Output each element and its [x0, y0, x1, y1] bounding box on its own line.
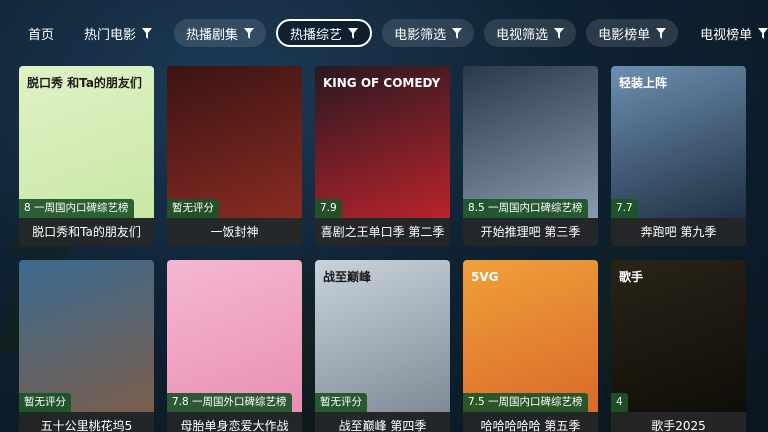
- nav-item-movie-ranking[interactable]: 电影榜单: [586, 19, 679, 47]
- nav-item-label: 热播剧集: [186, 27, 239, 43]
- show-title: 歌手2025: [611, 412, 746, 432]
- show-card[interactable]: 战至巅峰暂无评分 战至巅峰 第四季: [315, 260, 450, 432]
- nav-item-tv-ranking[interactable]: 电视榜单: [688, 19, 768, 47]
- show-card[interactable]: 暂无评分 五十公里桃花坞5: [19, 260, 154, 432]
- poster-image: [167, 260, 302, 412]
- nav-item-label: 电影筛选: [394, 27, 447, 43]
- show-card[interactable]: 暂无评分 一饭封神: [167, 66, 302, 246]
- nav-item-movie-filter[interactable]: 电影筛选: [382, 19, 475, 47]
- poster-image: 战至巅峰: [315, 260, 450, 412]
- nav-item-label: 电视筛选: [496, 27, 549, 43]
- nav-item-hot-variety[interactable]: 热播综艺: [276, 19, 373, 47]
- show-card[interactable]: 脱口秀 和Ta的朋友们 8 一周国内口碑综艺榜 脱口秀和Ta的朋友们: [19, 66, 154, 246]
- rating-badge: 7.5 一周国内口碑综艺榜: [463, 393, 588, 412]
- show-title: 脱口秀和Ta的朋友们: [19, 218, 154, 246]
- filter-icon: [452, 27, 463, 39]
- nav-item-tv-filter[interactable]: 电视筛选: [484, 19, 577, 47]
- nav-item-hot-movies[interactable]: 热门电影: [72, 19, 164, 47]
- poster-image: [19, 260, 154, 412]
- filter-icon: [656, 27, 667, 39]
- filter-icon: [142, 27, 153, 39]
- poster-text: KING OF COMEDY: [323, 76, 441, 90]
- show-title: 哈哈哈哈哈 第五季: [463, 412, 598, 432]
- show-card[interactable]: 8.5 一周国内口碑综艺榜 开始推理吧 第三季: [463, 66, 598, 246]
- poster-image: [463, 66, 598, 218]
- nav-item-hot-series[interactable]: 热播剧集: [174, 19, 267, 47]
- poster-text: 战至巅峰: [323, 270, 372, 284]
- show-title: 一饭封神: [167, 218, 302, 246]
- show-title: 五十公里桃花坞5: [19, 412, 154, 432]
- poster-text: 歌手: [619, 270, 644, 284]
- poster-image: 歌手: [611, 260, 746, 412]
- poster-text: 脱口秀 和Ta的朋友们: [27, 76, 142, 90]
- show-title: 战至巅峰 第四季: [315, 412, 450, 432]
- show-card[interactable]: KING OF COMEDY 7.9 喜剧之王单口季 第二季: [315, 66, 450, 246]
- rating-badge: 4: [611, 393, 628, 412]
- filter-icon: [758, 27, 768, 39]
- filter-icon: [348, 27, 359, 39]
- nav-item-label: 首页: [28, 27, 55, 43]
- poster-image: KING OF COMEDY: [315, 66, 450, 218]
- category-nav: 首页 热门电影 热播剧集 热播综艺 电影筛选 电视筛选 电影榜单 电视榜单: [0, 18, 768, 48]
- show-card[interactable]: 轻装上阵 7.7 奔跑吧 第九季: [611, 66, 746, 246]
- nav-item-label: 电视榜单: [700, 27, 753, 43]
- rating-badge: 暂无评分: [167, 199, 219, 218]
- nav-item-label: 电影榜单: [598, 27, 651, 43]
- show-title: 母胎单身恋爱大作战: [167, 412, 302, 432]
- nav-item-label: 热播综艺: [290, 27, 343, 43]
- nav-item-label: 热门电影: [84, 27, 137, 43]
- poster-image: [167, 66, 302, 218]
- poster-image: 轻装上阵: [611, 66, 746, 218]
- show-title: 奔跑吧 第九季: [611, 218, 746, 246]
- rating-badge: 8 一周国内口碑综艺榜: [19, 199, 134, 218]
- poster-image: 5VG: [463, 260, 598, 412]
- show-card[interactable]: 5VG 7.5 一周国内口碑综艺榜 哈哈哈哈哈 第五季: [463, 260, 598, 432]
- show-card[interactable]: 歌手 4 歌手2025: [611, 260, 746, 432]
- rating-badge: 7.7: [611, 199, 638, 218]
- poster-image: 脱口秀 和Ta的朋友们: [19, 66, 154, 218]
- filter-icon: [554, 27, 565, 39]
- rating-badge: 8.5 一周国内口碑综艺榜: [463, 199, 588, 218]
- filter-icon: [244, 27, 255, 39]
- rating-badge: 7.9: [315, 199, 342, 218]
- variety-grid: 脱口秀 和Ta的朋友们 8 一周国内口碑综艺榜 脱口秀和Ta的朋友们 暂无评分 一饭封…: [19, 66, 746, 432]
- rating-badge: 7.8 一周国外口碑综艺榜: [167, 393, 292, 412]
- show-title: 开始推理吧 第三季: [463, 218, 598, 246]
- rating-badge: 暂无评分: [19, 393, 71, 412]
- show-title: 喜剧之王单口季 第二季: [315, 218, 450, 246]
- rating-badge: 暂无评分: [315, 393, 367, 412]
- nav-item-home[interactable]: 首页: [20, 19, 62, 47]
- poster-text: 5VG: [471, 270, 499, 284]
- poster-text: 轻装上阵: [619, 76, 668, 90]
- show-card[interactable]: 7.8 一周国外口碑综艺榜 母胎单身恋爱大作战: [167, 260, 302, 432]
